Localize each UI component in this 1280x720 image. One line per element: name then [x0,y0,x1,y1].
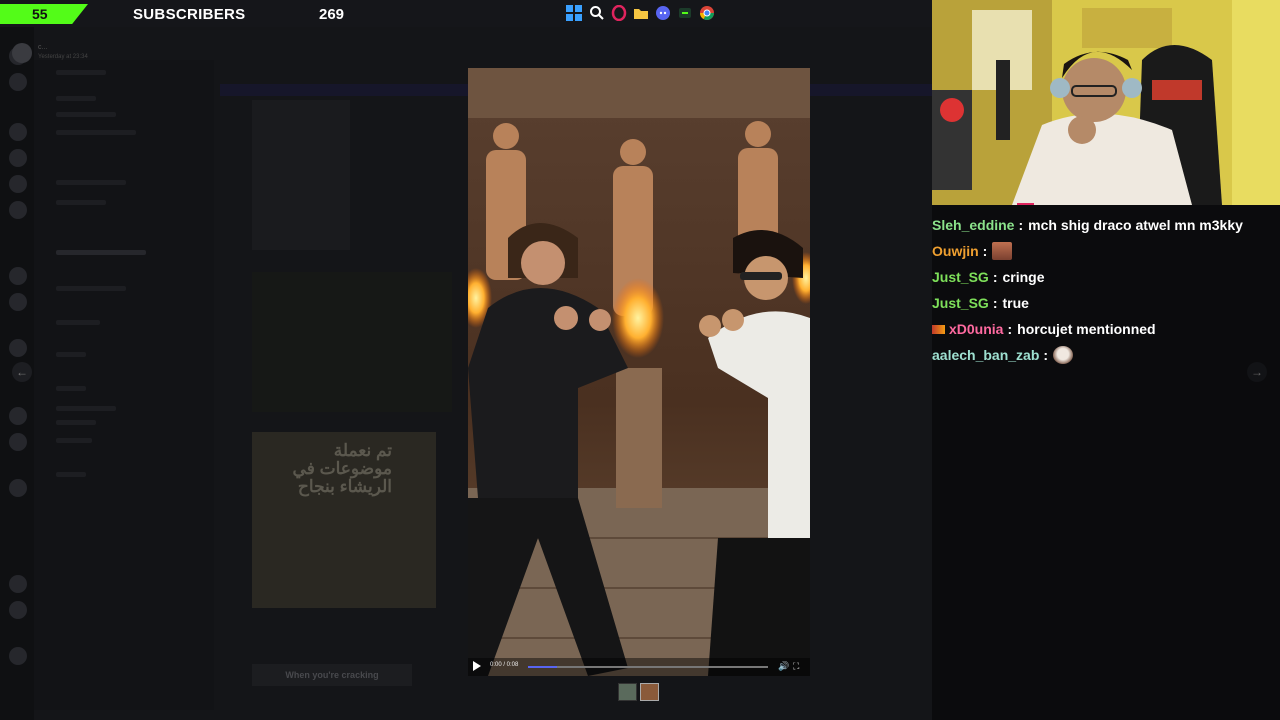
server-icon[interactable] [9,647,27,665]
previous-arrow-icon[interactable]: ← [12,362,32,382]
video-controls: 0:00 / 0:08 🔊 ⛶ [468,658,810,676]
chat-message: Ouwjin: [932,238,1280,264]
server-icon[interactable] [9,73,27,91]
chrome-icon[interactable] [699,5,715,21]
server-icon[interactable] [9,575,27,593]
thumbnail-image[interactable] [618,683,637,701]
server-icon[interactable] [9,407,27,425]
server-icon[interactable] [9,123,27,141]
server-icon[interactable] [9,149,27,167]
attachment-image[interactable] [252,272,452,412]
chat-text: true [1002,295,1029,311]
chat-message: Just_SG: true [932,295,1029,311]
webcam-accent-line [1017,203,1034,205]
sub-goal-current: 55 [32,6,48,22]
file-explorer-icon[interactable] [633,5,649,21]
server-icon[interactable] [9,479,27,497]
server-icon[interactable] [9,433,27,451]
app-icon[interactable] [677,5,693,21]
volume-icon[interactable]: 🔊 [778,661,789,672]
chat-message: Sleh_eddine: mch shig draco atwel mn m3k… [932,217,1243,233]
subscribers-total: 269 [319,6,345,23]
chat-message: aalech_ban_zab: [932,342,1280,368]
fullscreen-icon[interactable]: ⛶ [793,661,799,672]
chat-username[interactable]: Just_SG [932,269,989,285]
thumbnail-image-selected[interactable] [640,683,659,701]
attachment-image[interactable] [252,100,350,250]
chat-panel: Sleh_eddine: mch shig draco atwel mn m3k… [932,212,1280,368]
video-progress-fill [528,666,557,668]
chat-username[interactable]: aalech_ban_zab [932,347,1039,363]
chat-text: horcujet mentionned [1017,321,1156,337]
channel-list [34,60,214,710]
video-time: 0:00 / 0:08 [490,662,519,668]
meme-text: تم نعملة موضوعات في الريشاء بنجاح [292,441,392,496]
chat-message: xD0unia: horcujet mentionned [932,316,1280,342]
video-progress-track[interactable] [528,666,768,668]
video-caption: When you're cracking [252,664,412,686]
chat-username[interactable]: xD0unia [949,321,1003,337]
user-badge-icon [932,324,945,334]
webcam-feed [932,0,1280,205]
chat-message: Just_SG: cringe [932,269,1045,285]
server-icon[interactable] [9,201,27,219]
fight-poster-image [468,68,810,676]
discord-icon[interactable] [655,5,671,21]
opera-gx-icon[interactable] [611,4,627,22]
message-author[interactable]: c... [38,44,47,51]
face-emote-icon [992,242,1013,260]
chat-text: mch shig draco atwel mn m3kky [1028,217,1243,233]
server-icon[interactable] [9,293,27,311]
avatar[interactable] [12,43,32,63]
chat-username[interactable]: Ouwjin [932,243,979,259]
chat-username[interactable]: Sleh_eddine [932,217,1014,233]
windows-start-icon[interactable] [566,5,582,21]
message-timestamp: Yesterday at 23:34 [38,54,88,60]
server-icon[interactable] [9,339,27,357]
server-icon[interactable] [9,175,27,193]
subscribers-label: SUBSCRIBERS [133,6,246,23]
search-icon[interactable] [589,5,605,21]
play-icon[interactable] [473,661,481,671]
server-icon[interactable] [9,267,27,285]
server-icon[interactable] [9,601,27,619]
chat-username[interactable]: Just_SG [932,295,989,311]
cat-emote-icon [1053,346,1074,364]
media-viewer-image[interactable]: 0:00 / 0:08 🔊 ⛶ [468,68,810,676]
chat-text: cringe [1002,269,1045,285]
